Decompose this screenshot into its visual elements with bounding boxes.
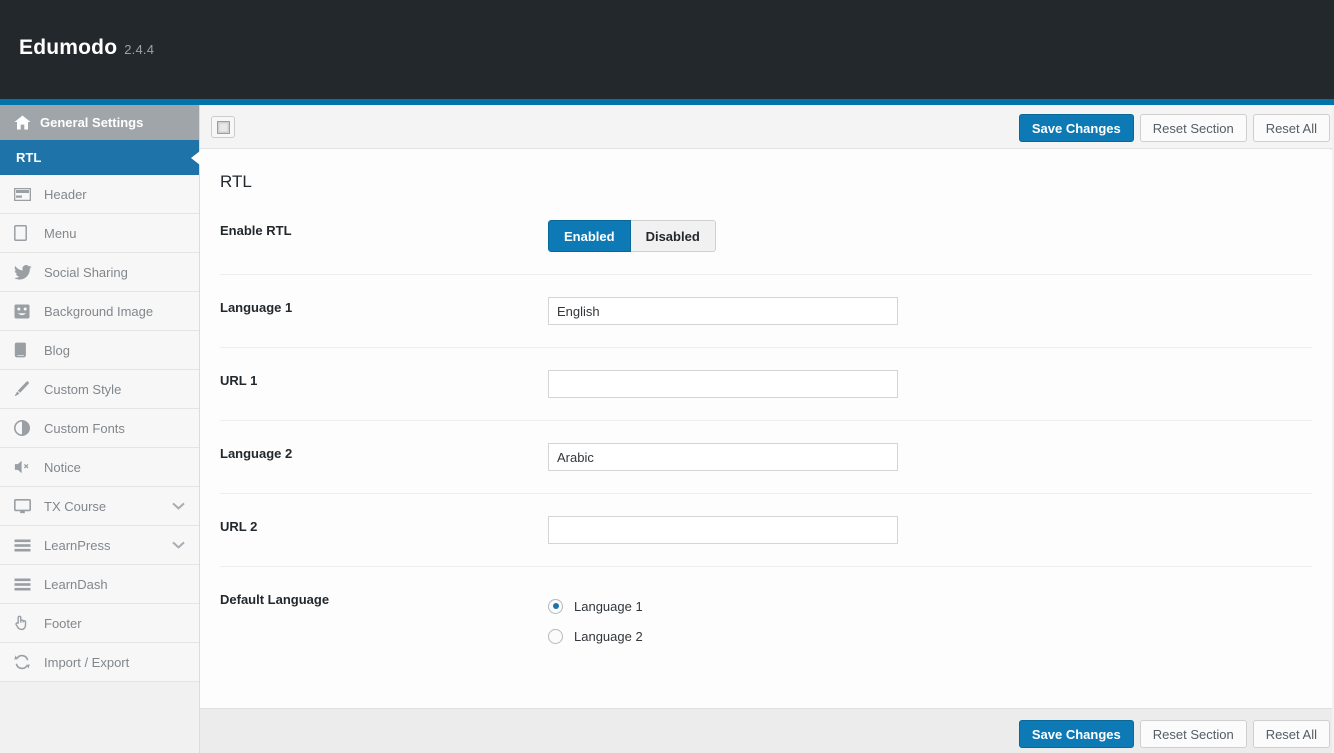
sidebar-item-label: Background Image: [44, 304, 199, 319]
sync-icon: [14, 654, 44, 670]
sidebar-item-label: Notice: [44, 460, 199, 475]
volume-mute-icon: [14, 460, 44, 474]
sidebar-item-rtl-label: RTL: [16, 150, 41, 165]
settings-body: RTL Enable RTL Enabled Disabled Language…: [200, 150, 1332, 708]
monitor-icon: [14, 499, 44, 514]
sidebar-item-label: Footer: [44, 616, 199, 631]
twitter-icon: [14, 265, 44, 280]
sidebar-item-footer[interactable]: Footer: [0, 604, 199, 643]
field-default-language: Default Language Language 1 Language 2: [220, 567, 1312, 673]
reset-section-button[interactable]: Reset Section: [1140, 114, 1247, 142]
field-control: [548, 297, 1312, 325]
chevron-down-icon[interactable]: [172, 502, 185, 510]
brand-name: Edumodo: [19, 36, 117, 59]
sidebar-item-label: Custom Style: [44, 382, 199, 397]
sidebar-item-menu[interactable]: Menu: [0, 214, 199, 253]
sidebar-item-label: LearnPress: [44, 538, 172, 553]
field-language-2: Language 2: [220, 421, 1312, 494]
sidebar-item-custom-fonts[interactable]: Custom Fonts: [0, 409, 199, 448]
field-label: URL 2: [220, 516, 548, 534]
sidebar-item-rtl[interactable]: RTL: [0, 140, 199, 175]
panel-toolbar: Save Changes Reset Section Reset All: [200, 105, 1332, 149]
sidebar-item-import-export[interactable]: Import / Export: [0, 643, 199, 682]
save-changes-button-footer[interactable]: Save Changes: [1019, 720, 1134, 748]
active-arrow-icon: [191, 151, 200, 165]
url-1-input[interactable]: [548, 370, 898, 398]
card-icon: [14, 188, 44, 201]
sidebar-item-learnpress[interactable]: LearnPress: [0, 526, 199, 565]
paintbrush-icon: [14, 381, 44, 397]
reset-section-button-footer[interactable]: Reset Section: [1140, 720, 1247, 748]
brand-version: 2.4.4: [124, 42, 154, 57]
sidebar-item-tx-course[interactable]: TX Course: [0, 487, 199, 526]
sidebar-item-label: Menu: [44, 226, 199, 241]
field-label: Language 2: [220, 443, 548, 461]
radio-label: Language 1: [574, 599, 643, 614]
sidebar-item-social-sharing[interactable]: Social Sharing: [0, 253, 199, 292]
field-url-1: URL 1: [220, 348, 1312, 421]
language-1-input[interactable]: [548, 297, 898, 325]
sidebar: General Settings RTL Header Menu Social …: [0, 105, 200, 753]
sidebar-item-label: TX Course: [44, 499, 172, 514]
field-control: [548, 370, 1312, 398]
radio-unselected-icon[interactable]: [548, 629, 563, 644]
sidebar-group-general-settings[interactable]: General Settings: [0, 105, 199, 140]
language-2-input[interactable]: [548, 443, 898, 471]
reset-all-button-footer[interactable]: Reset All: [1253, 720, 1330, 748]
expand-options-icon[interactable]: [211, 116, 235, 138]
field-control: Enabled Disabled: [548, 220, 1312, 252]
chevron-down-icon[interactable]: [172, 541, 185, 549]
sidebar-item-label: Blog: [44, 343, 199, 358]
main-panel: Save Changes Reset Section Reset All RTL…: [200, 105, 1332, 753]
field-url-2: URL 2: [220, 494, 1312, 567]
sidebar-item-learndash[interactable]: LearnDash: [0, 565, 199, 604]
field-label: Language 1: [220, 297, 548, 315]
radio-selected-icon[interactable]: [548, 599, 563, 614]
field-enable-rtl: Enable RTL Enabled Disabled: [220, 198, 1312, 275]
brand-title: Edumodo 2.4.4: [19, 36, 154, 60]
sidebar-item-header[interactable]: Header: [0, 175, 199, 214]
sidebar-item-label: Import / Export: [44, 655, 199, 670]
field-control: Language 1 Language 2: [548, 589, 1312, 651]
radio-option-language-1[interactable]: Language 1: [548, 591, 1312, 621]
list-icon: [14, 578, 44, 591]
field-label: URL 1: [220, 370, 548, 388]
sidebar-item-notice[interactable]: Notice: [0, 448, 199, 487]
url-2-input[interactable]: [548, 516, 898, 544]
sidebar-item-background-image[interactable]: Background Image: [0, 292, 199, 331]
sidebar-item-label: Custom Fonts: [44, 421, 199, 436]
toolbar-buttons: Save Changes Reset Section Reset All: [1019, 114, 1330, 142]
sidebar-item-label: Header: [44, 187, 199, 202]
book-icon: [14, 342, 44, 358]
page-icon: [14, 225, 44, 241]
contrast-icon: [14, 420, 44, 436]
radio-option-language-2[interactable]: Language 2: [548, 621, 1312, 651]
app-header: Edumodo 2.4.4: [0, 0, 1334, 99]
panel-footer: Save Changes Reset Section Reset All: [200, 708, 1332, 753]
sidebar-item-label: Social Sharing: [44, 265, 199, 280]
radio-label: Language 2: [574, 629, 643, 644]
sidebar-item-label: LearnDash: [44, 577, 199, 592]
field-language-1: Language 1: [220, 275, 1312, 348]
sidebar-item-blog[interactable]: Blog: [0, 331, 199, 370]
image-icon: [14, 304, 44, 319]
save-changes-button[interactable]: Save Changes: [1019, 114, 1134, 142]
list-icon: [14, 539, 44, 552]
footer-buttons: Save Changes Reset Section Reset All: [1019, 720, 1330, 748]
page-title: RTL: [220, 172, 252, 192]
enable-rtl-toggle-group: Enabled Disabled: [548, 220, 716, 252]
enable-rtl-disabled-button[interactable]: Disabled: [631, 220, 716, 252]
field-control: [548, 443, 1312, 471]
sidebar-group-label: General Settings: [40, 115, 143, 130]
reset-all-button[interactable]: Reset All: [1253, 114, 1330, 142]
field-control: [548, 516, 1312, 544]
default-language-radio-group: Language 1 Language 2: [548, 589, 1312, 651]
enable-rtl-enabled-button[interactable]: Enabled: [548, 220, 631, 252]
sidebar-item-custom-style[interactable]: Custom Style: [0, 370, 199, 409]
field-label: Default Language: [220, 589, 548, 607]
field-label: Enable RTL: [220, 220, 548, 238]
hand-pointer-icon: [14, 615, 44, 631]
home-icon: [14, 115, 40, 130]
